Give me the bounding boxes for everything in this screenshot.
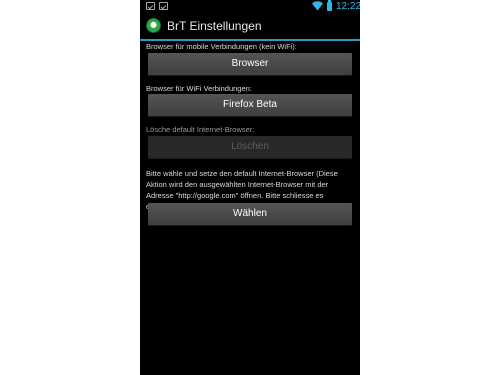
mobile-browser-label: Browser für mobile Verbindungen (kein Wi… [146, 42, 297, 51]
phone-screen: 12:22 BrT Einstellungen Browser für mobi… [140, 0, 360, 375]
wifi-icon [312, 1, 323, 11]
battery-icon [327, 0, 332, 11]
delete-browser-label: Lösche default Internet-Browser: [146, 125, 255, 134]
recycle-app-icon[interactable] [146, 18, 161, 33]
app-title: BrT Einstellungen [167, 19, 262, 33]
action-bar: BrT Einstellungen [140, 13, 360, 39]
status-bar: 12:22 [140, 0, 360, 13]
action-bar-divider [140, 39, 360, 41]
mobile-browser-button[interactable]: Browser [148, 53, 352, 75]
notification-icon[interactable] [146, 2, 155, 10]
status-clock: 12:22 [336, 1, 360, 12]
choose-browser-button[interactable]: Wählen [148, 203, 352, 225]
wifi-browser-label: Browser für WiFi Verbindungen: [146, 84, 252, 93]
wifi-browser-button[interactable]: Firefox Beta [148, 94, 352, 116]
notification-icon[interactable] [159, 2, 168, 10]
delete-browser-button[interactable]: Löschen [148, 136, 352, 158]
